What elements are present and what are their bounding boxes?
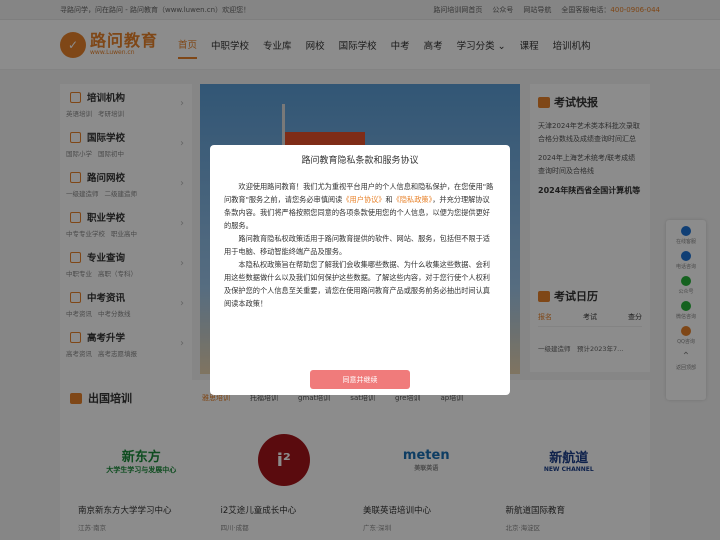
privacy-modal: 路问教育隐私条款和服务协议 欢迎使用路问教育！我们尤为重视平台用户的个人信息和隐… [210, 145, 510, 395]
modal-title: 路问教育隐私条款和服务协议 [301, 156, 419, 166]
agree-continue-button[interactable]: 同意并继续 [310, 370, 410, 389]
modal-paragraph: 本隐私权政策旨在帮助您了解我们会收集哪些数据、为什么收集这些数据、会利用这些数据… [224, 260, 490, 308]
modal-paragraph: 路问教育隐私权政策适用于路问教育提供的软件、网站、服务，包括但不限于适用于电脑、… [224, 234, 490, 256]
modal-text: 和 [385, 195, 393, 204]
modal-body: 欢迎使用路问教育！我们尤为重视平台用户的个人信息和隐私保护，在您使用"路问教育"… [224, 180, 496, 310]
privacy-policy-link[interactable]: 《隐私政策》 [393, 195, 433, 204]
user-agreement-link[interactable]: 《用户协议》 [342, 195, 385, 204]
modal-paragraph: 欢迎使用路问教育！我们尤为重视平台用户的个人信息和隐私保护，在您使用"路问教育"… [224, 180, 496, 232]
